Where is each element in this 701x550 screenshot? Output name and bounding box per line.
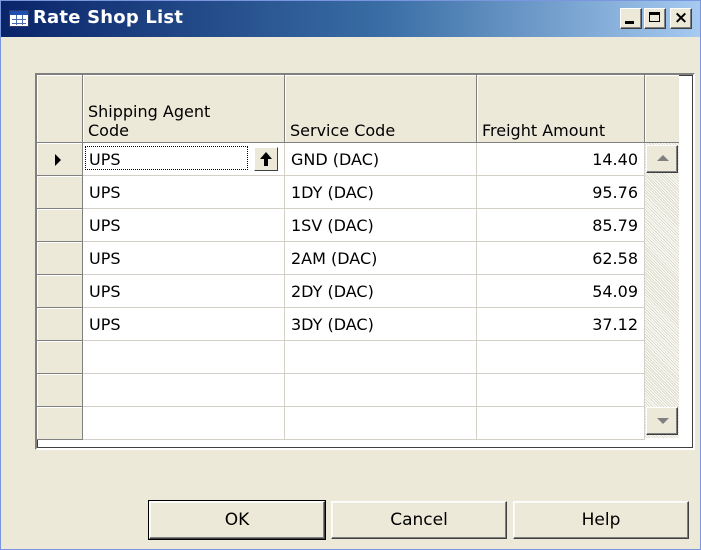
- table-cell-amount[interactable]: [477, 374, 645, 407]
- corner-header[interactable]: [37, 75, 83, 143]
- row-selector[interactable]: [37, 143, 83, 176]
- cell-value: 14.40: [592, 150, 638, 169]
- maximize-button[interactable]: [644, 8, 666, 29]
- close-icon: ×: [673, 8, 689, 28]
- lookup-button[interactable]: [254, 147, 278, 171]
- table-cell-service[interactable]: 2DY (DAC): [285, 275, 477, 308]
- table-cell-amount[interactable]: 14.40: [477, 143, 645, 176]
- cell-value: 85.79: [592, 216, 638, 235]
- cell-value: UPS: [89, 315, 121, 334]
- rate-shop-grid[interactable]: Shipping Agent Code Service Code Freight…: [35, 73, 695, 450]
- close-button[interactable]: ×: [670, 8, 692, 29]
- table-cell-agent[interactable]: UPS: [83, 242, 285, 275]
- table-cell-amount[interactable]: 95.76: [477, 176, 645, 209]
- row-selector[interactable]: [37, 242, 83, 275]
- table-cell-service[interactable]: [285, 341, 477, 374]
- table-icon[interactable]: [9, 10, 29, 27]
- table-cell-service[interactable]: [285, 407, 477, 440]
- table-cell-agent[interactable]: UPS: [83, 209, 285, 242]
- column-header-label: Shipping Agent: [88, 102, 211, 121]
- table-cell-service[interactable]: 3DY (DAC): [285, 308, 477, 341]
- column-header-service-code[interactable]: Service Code: [285, 75, 477, 143]
- cell-value: UPS: [89, 183, 121, 202]
- table-cell-amount[interactable]: 62.58: [477, 242, 645, 275]
- table-cell-service[interactable]: GND (DAC): [285, 143, 477, 176]
- scroll-down-icon: [657, 418, 669, 424]
- column-header-label: Service Code: [290, 121, 396, 140]
- table-cell-agent[interactable]: UPS: [83, 176, 285, 209]
- table-cell-agent[interactable]: UPS: [83, 143, 285, 176]
- cell-value: 2AM (DAC): [291, 249, 378, 268]
- cell-value: UPS: [89, 282, 121, 301]
- cell-value: 37.12: [592, 315, 638, 334]
- cell-value: GND (DAC): [291, 150, 380, 169]
- rate-shop-list-window: Rate Shop List × Shipping Agent Code Ser…: [0, 0, 701, 550]
- table-cell-service[interactable]: 1DY (DAC): [285, 176, 477, 209]
- table-cell-amount[interactable]: 37.12: [477, 308, 645, 341]
- row-selector[interactable]: [37, 209, 83, 242]
- current-row-arrow-icon: [55, 154, 61, 166]
- table-cell-agent[interactable]: [83, 407, 285, 440]
- row-selector[interactable]: [37, 275, 83, 308]
- row-selector[interactable]: [37, 374, 83, 407]
- table-cell-amount[interactable]: [477, 407, 645, 440]
- column-header-label: Code: [88, 121, 129, 140]
- cancel-button[interactable]: Cancel: [331, 501, 507, 539]
- cell-value: 2DY (DAC): [291, 282, 374, 301]
- table-cell-amount[interactable]: [477, 341, 645, 374]
- table-cell-agent[interactable]: UPS: [83, 275, 285, 308]
- title-bar[interactable]: Rate Shop List ×: [1, 1, 700, 37]
- table-cell-service[interactable]: 1SV (DAC): [285, 209, 477, 242]
- table-cell-agent[interactable]: [83, 341, 285, 374]
- up-arrow-icon: [260, 152, 272, 166]
- cell-value: UPS: [89, 150, 121, 169]
- scroll-up-button[interactable]: [646, 145, 678, 173]
- column-header-freight-amount[interactable]: Freight Amount: [477, 75, 645, 143]
- cell-value: 1SV (DAC): [291, 216, 374, 235]
- minimize-button[interactable]: [620, 8, 642, 29]
- table-cell-amount[interactable]: 85.79: [477, 209, 645, 242]
- cell-value: UPS: [89, 249, 121, 268]
- scrollbar-header-block: [645, 75, 679, 143]
- cell-value: 3DY (DAC): [291, 315, 374, 334]
- column-header-label: Freight Amount: [482, 121, 606, 140]
- table-cell-amount[interactable]: 54.09: [477, 275, 645, 308]
- column-header-shipping-agent-code[interactable]: Shipping Agent Code: [83, 75, 285, 143]
- cell-value: 54.09: [592, 282, 638, 301]
- row-selector[interactable]: [37, 308, 83, 341]
- help-button[interactable]: Help: [513, 501, 689, 539]
- ok-button[interactable]: OK: [148, 500, 326, 540]
- row-selector[interactable]: [37, 341, 83, 374]
- cell-value: 62.58: [592, 249, 638, 268]
- table-cell-service[interactable]: [285, 374, 477, 407]
- vertical-scrollbar[interactable]: [645, 143, 679, 438]
- row-selector[interactable]: [37, 407, 83, 440]
- scroll-up-icon: [657, 155, 669, 161]
- table-cell-agent[interactable]: [83, 374, 285, 407]
- window-title: Rate Shop List: [33, 7, 184, 28]
- scroll-down-button[interactable]: [646, 407, 678, 435]
- cell-value: 95.76: [592, 183, 638, 202]
- table-cell-service[interactable]: 2AM (DAC): [285, 242, 477, 275]
- cell-value: UPS: [89, 216, 121, 235]
- cell-value: 1DY (DAC): [291, 183, 374, 202]
- table-cell-agent[interactable]: UPS: [83, 308, 285, 341]
- row-selector[interactable]: [37, 176, 83, 209]
